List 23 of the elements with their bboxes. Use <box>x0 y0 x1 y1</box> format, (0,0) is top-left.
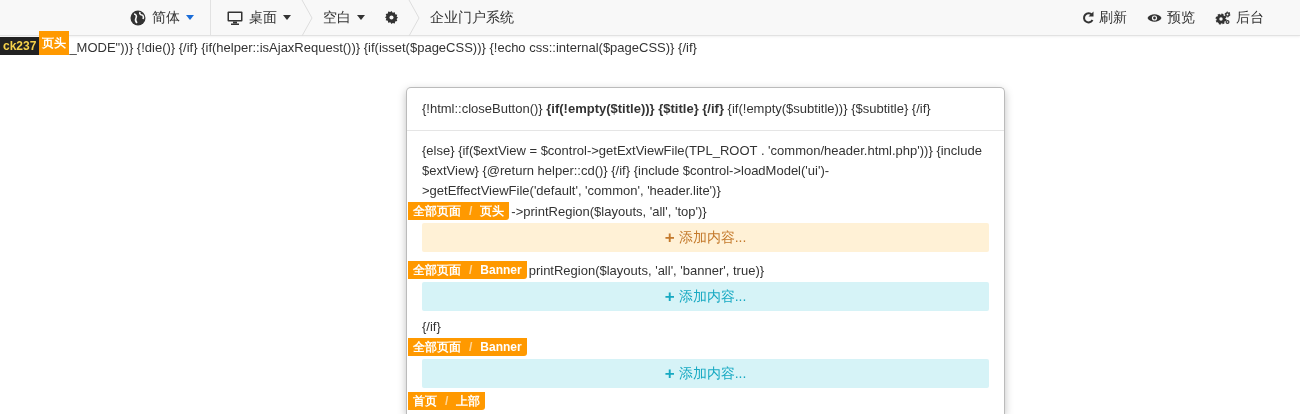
nav-link[interactable]: 预览 <box>1137 0 1205 36</box>
dropdown-menu[interactable]: 简体 <box>120 0 204 36</box>
dropdown-menu[interactable]: 桌面 <box>217 0 301 36</box>
eye-icon <box>1147 12 1162 23</box>
nav-link[interactable]: 刷新 <box>1072 0 1137 36</box>
monitor-icon <box>227 10 243 25</box>
refresh-icon <box>1082 11 1094 24</box>
tag: ck237 <box>0 37 40 55</box>
modal-title: {!html::closeButton()} {if(!empty($title))} {$title} {/if} {if(!empty($subtitle))} {$subtitle} {/if} <box>407 88 1004 131</box>
code-text: {else} {if($extView = $control->getExtViewFile(TPL_ROOT . 'common/header.html.php'))} {include <box>422 142 983 160</box>
nav-link[interactable]: 后台 <box>1205 0 1274 36</box>
code-text: _MODE"))} {!die()} {/if} {if(helper::isAjaxRequest())} {if(isset($pageCSS))} {!echo css::internal($pageCSS)} {/if} <box>69 40 697 55</box>
dropdown-menu[interactable]: 空白 <box>313 0 375 36</box>
settings-icon <box>385 11 398 24</box>
tag: 页头 <box>39 31 70 55</box>
cogs-icon <box>1215 10 1231 25</box>
code-text: ->printRegion($layouts, 'all', 'top')} <box>511 203 707 219</box>
code-text: printRegion($layouts, 'all', 'banner', true)} <box>528 262 765 278</box>
nav-link[interactable]: 企业门户系统 <box>420 0 524 36</box>
code-text: $extView} {@return helper::cd()} {/if} {include $control->loadModel('ui')- <box>422 162 831 180</box>
code-text: {/if} <box>422 318 442 336</box>
globe-icon <box>130 9 146 26</box>
code-text: >getEffectViewFile('default', 'common', 'header.lite')} <box>422 182 722 200</box>
